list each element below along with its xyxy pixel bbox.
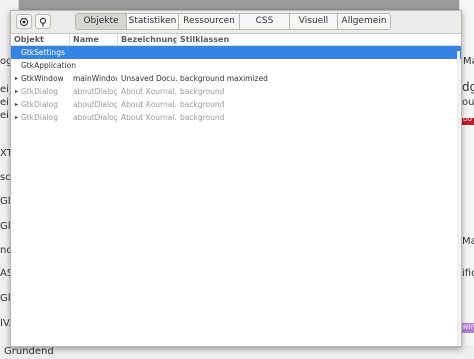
tab-visuell[interactable]: Visuell	[290, 13, 338, 30]
tab-css[interactable]: CSS	[240, 13, 290, 30]
cell-object: GtkWindow	[21, 74, 64, 83]
tab-allgemein[interactable]: Allgemein	[338, 13, 391, 30]
background-text: ei	[0, 84, 9, 95]
background-text: Grundend	[4, 346, 54, 357]
cell-object: GtkDialog	[21, 100, 58, 109]
background-text: Gl	[0, 221, 11, 232]
cell-style-classes: background	[180, 100, 225, 109]
tree-row[interactable]: ▸ GtkDialog aboutDialog About Xournal...…	[11, 85, 461, 98]
tree-row[interactable]: GtkApplication	[11, 59, 461, 72]
show-details-button[interactable]	[35, 14, 51, 29]
background-app-bottom-edge	[0, 345, 474, 359]
background-badge: DU	[462, 116, 474, 125]
background-text: DU	[463, 116, 473, 123]
vertical-scrollbar[interactable]	[457, 51, 460, 346]
tree-row[interactable]: ▸ GtkWindow mainWindow Unsaved Docu... b…	[11, 72, 461, 85]
cell-label: About Xournal...	[121, 87, 177, 96]
cell-name: aboutDialog	[73, 87, 117, 96]
cell-name: aboutDialog	[73, 113, 117, 122]
cell-style-classes: background	[180, 87, 225, 96]
column-header-name[interactable]: Name	[70, 34, 118, 45]
expander-icon[interactable]: ▸	[15, 85, 18, 98]
column-header-objekt[interactable]: Objekt	[11, 34, 70, 45]
cell-style-classes: background	[180, 113, 225, 122]
background-text: Ma	[463, 56, 474, 67]
expander-icon[interactable]: ▸	[15, 111, 18, 124]
background-text: dgi	[462, 80, 474, 94]
expander-icon[interactable]: ▸	[15, 98, 18, 111]
background-text: ei	[0, 110, 9, 121]
cell-name: aboutDialog	[73, 100, 117, 109]
tab-ressourcen[interactable]: Ressourcen	[179, 13, 240, 30]
column-header-bezeichnung[interactable]: Bezeichnung	[118, 34, 177, 45]
expander-icon[interactable]: ▸	[15, 72, 18, 85]
cell-label: Unsaved Docu...	[121, 74, 177, 83]
background-text: Ma	[462, 236, 474, 247]
background-text: Gl	[0, 196, 11, 207]
background-text: ei	[0, 97, 9, 108]
column-header-stilklassen[interactable]: Stilklassen	[177, 34, 463, 45]
cell-name: mainWindow	[73, 74, 117, 83]
background-text: ou	[462, 97, 474, 108]
select-object-button[interactable]	[16, 14, 32, 29]
object-tree: GtkSettings GtkApplication ▸ GtkWindow m…	[11, 46, 461, 124]
cell-style-classes: background maximized	[180, 74, 268, 83]
tree-row[interactable]: GtkSettings	[11, 46, 461, 59]
cell-label: About Xournal...	[121, 113, 177, 122]
background-text: win	[462, 322, 474, 331]
cell-label: About Xournal...	[121, 100, 177, 109]
cell-object: GtkDialog	[21, 113, 58, 122]
magnifier-icon	[39, 17, 47, 26]
view-switcher: Objekte Statistiken Ressourcen CSS Visue…	[75, 13, 391, 30]
cell-object: GtkDialog	[21, 87, 58, 96]
target-select-icon	[19, 17, 29, 26]
header-bar: Objekte Statistiken Ressourcen CSS Visue…	[11, 11, 461, 34]
background-badge: win	[462, 322, 474, 333]
background-text: Gl	[0, 293, 11, 304]
cell-object: GtkSettings	[21, 48, 65, 57]
gtk-inspector-window: Objekte Statistiken Ressourcen CSS Visue…	[10, 10, 462, 347]
tab-statistiken[interactable]: Statistiken	[127, 13, 179, 30]
cell-object: GtkApplication	[21, 61, 77, 70]
background-text: ific	[462, 268, 474, 279]
tree-row[interactable]: ▸ GtkDialog aboutDialog About Xournal...…	[11, 98, 461, 111]
tab-objekte[interactable]: Objekte	[75, 13, 127, 30]
tree-row[interactable]: ▸ GtkDialog aboutDialog About Xournal...…	[11, 111, 461, 124]
column-header-row: Objekt Name Bezeichnung Stilklassen	[11, 34, 461, 46]
